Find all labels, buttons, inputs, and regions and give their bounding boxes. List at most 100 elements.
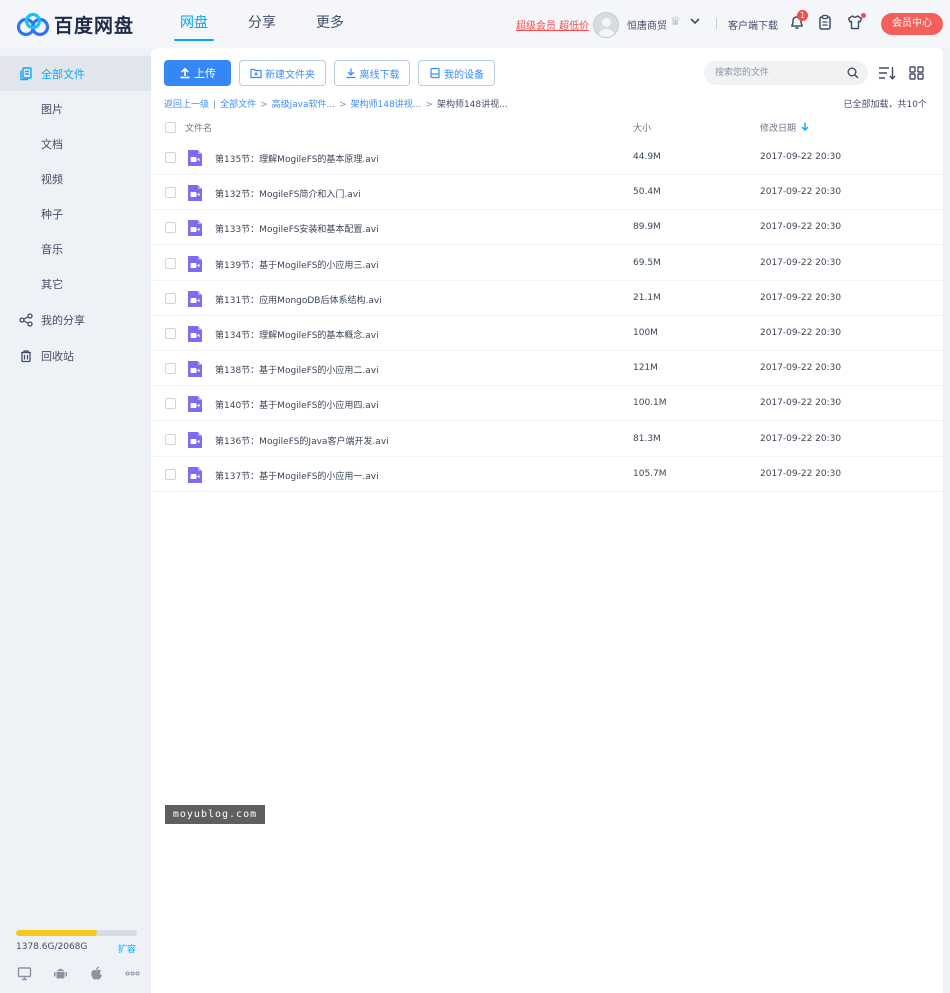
upload-button-label: 上传 xyxy=(194,67,216,80)
table-row[interactable]: 第134节：理解MogileFS的基本概念.avi 100M 2017-09-22 … xyxy=(151,316,943,351)
row-checkbox[interactable] xyxy=(165,187,176,199)
sort-list-icon[interactable] xyxy=(878,65,896,81)
nav-tab-share[interactable]: 分享 xyxy=(228,0,296,48)
table-row[interactable]: 第139节：基于MogileFS的小应用三.avi 69.5M 2017-09-22… xyxy=(151,246,943,281)
file-name[interactable]: 第132节：MogileFS简介和入门.avi xyxy=(215,187,361,200)
sidebar-item-music[interactable]: 音乐 xyxy=(0,231,151,266)
table-row[interactable]: 第138节：基于MogileFS的小应用二.avi 121M 2017-09-22 … xyxy=(151,351,943,387)
row-checkbox[interactable] xyxy=(165,398,176,410)
table-row[interactable]: 第136节：MogileFS的Java客户端开发.avi 81.3M 2017-09… xyxy=(151,422,943,457)
breadcrumb-separator: | xyxy=(213,100,217,110)
column-header-size[interactable]: 大小 xyxy=(633,121,651,134)
search-input[interactable] xyxy=(704,61,868,85)
file-name[interactable]: 第138节：基于MogileFS的小应用二.avi xyxy=(215,363,379,376)
grid-view-icon[interactable] xyxy=(908,65,926,81)
file-date: 2017-09-22 20:30 xyxy=(760,398,842,409)
file-name[interactable]: 第134节：理解MogileFS的基本概念.avi xyxy=(215,328,379,341)
table-row[interactable]: 第132节：MogileFS简介和入门.avi 50.4M 2017-09-22 2… xyxy=(151,175,943,211)
storage-quota-fill xyxy=(16,930,97,936)
file-size: 105.7M xyxy=(633,468,667,479)
table-row[interactable]: 第135节：理解MogileFS的基本原理.avi 44.9M 2017-09-22… xyxy=(151,140,943,175)
search-icon[interactable] xyxy=(847,67,859,79)
header-divider xyxy=(716,18,717,29)
row-checkbox[interactable] xyxy=(165,468,176,480)
video-file-icon xyxy=(188,255,202,272)
file-date: 2017-09-22 20:30 xyxy=(760,152,842,162)
storage-quota-text: 1378.6G/2068G xyxy=(16,942,88,952)
sidebar-item-all-files[interactable]: 全部文件 xyxy=(0,56,151,91)
file-name[interactable]: 第135节：理解MogileFS的基本原理.avi xyxy=(215,152,379,165)
sidebar-item-label: 其它 xyxy=(41,277,63,291)
notification-badge: 1 xyxy=(797,10,808,21)
more-dots-icon[interactable] xyxy=(125,966,140,981)
video-file-icon xyxy=(188,150,202,166)
row-checkbox[interactable] xyxy=(165,222,176,234)
sidebar: 全部文件 图片 文档 视频 种子 音乐 其它 我的分享 回收站 1378.6G/… xyxy=(0,48,151,993)
sidebar-item-label: 我的分享 xyxy=(41,313,85,327)
my-devices-button[interactable]: 我的设备 xyxy=(418,60,495,86)
sidebar-item-label: 图片 xyxy=(41,102,63,116)
top-header: 百度网盘 网盘 分享 更多 超级会员 超低价 恒唐商贸 ♛ 客户端下载 1 会员… xyxy=(0,0,950,48)
file-name[interactable]: 第133节：MogileFS安装和基本配置.avi xyxy=(215,222,379,235)
breadcrumb-segment[interactable]: 全部文件 xyxy=(220,100,256,110)
member-center-button[interactable]: 会员中心 xyxy=(881,13,943,35)
video-file-icon xyxy=(188,326,202,342)
sidebar-item-label: 音乐 xyxy=(41,242,63,256)
row-checkbox[interactable] xyxy=(165,363,176,375)
offline-download-button-label: 离线下载 xyxy=(359,69,400,81)
expand-storage-link[interactable]: 扩容 xyxy=(118,942,136,955)
sidebar-item-recycle-bin[interactable]: 回收站 xyxy=(0,338,151,373)
logo[interactable]: 百度网盘 xyxy=(16,11,134,38)
table-row[interactable]: 第137节：基于MogileFS的小应用一.avi 105.7M 2017-09-2… xyxy=(151,457,943,492)
file-size: 50.4M xyxy=(633,187,661,198)
file-name[interactable]: 第137节：基于MogileFS的小应用一.avi xyxy=(215,469,379,482)
client-download-link[interactable]: 客户端下载 xyxy=(728,17,778,32)
column-header-name[interactable]: 文件名 xyxy=(185,121,212,134)
file-size: 100M xyxy=(633,328,658,338)
sidebar-item-documents[interactable]: 文档 xyxy=(0,126,151,161)
nav-tab-netdisk[interactable]: 网盘 xyxy=(160,0,228,48)
new-folder-button[interactable]: 新建文件夹 xyxy=(239,60,326,86)
video-file-icon xyxy=(188,185,202,202)
file-name[interactable]: 第131节：应用MongoDB后体系结构.avi xyxy=(215,293,382,306)
android-icon[interactable] xyxy=(53,966,68,981)
desktop-icon[interactable] xyxy=(17,966,32,981)
apple-icon[interactable] xyxy=(89,966,104,981)
load-status: 已全部加载，共10个 xyxy=(843,100,927,110)
row-checkbox[interactable] xyxy=(165,292,176,304)
table-row[interactable]: 第140节：基于MogileFS的小应用四.avi 100.1M 2017-09-2… xyxy=(151,386,943,422)
row-checkbox[interactable] xyxy=(165,328,176,339)
clipboard-icon[interactable] xyxy=(817,14,833,30)
file-name[interactable]: 第139节：基于MogileFS的小应用三.avi xyxy=(215,258,379,271)
username[interactable]: 恒唐商贸 xyxy=(627,17,667,32)
sidebar-item-other[interactable]: 其它 xyxy=(0,266,151,301)
file-date: 2017-09-22 20:30 xyxy=(760,222,842,233)
row-checkbox[interactable] xyxy=(165,152,176,163)
sidebar-item-images[interactable]: 图片 xyxy=(0,91,151,126)
breadcrumb-separator: > xyxy=(260,100,268,110)
my-devices-button-label: 我的设备 xyxy=(444,69,484,81)
column-header-date[interactable]: 修改日期 xyxy=(760,121,796,134)
sidebar-item-my-shares[interactable]: 我的分享 xyxy=(0,302,151,337)
select-all-checkbox[interactable] xyxy=(165,122,176,133)
breadcrumb-segment[interactable]: 架构师148讲视... xyxy=(351,100,422,110)
new-folder-icon xyxy=(250,68,262,79)
table-row[interactable]: 第131节：应用MongoDB后体系结构.avi 21.1M 2017-09-22 … xyxy=(151,281,943,316)
vip-promo-link[interactable]: 超级会员 超低价 xyxy=(516,17,589,32)
file-list-panel: 上传 新建文件夹 离线下载 我的设备 返回上一级 xyxy=(151,48,943,993)
breadcrumb-segment[interactable]: 高级java软件... xyxy=(272,100,335,110)
upload-button[interactable]: 上传 xyxy=(164,60,231,86)
row-checkbox[interactable] xyxy=(165,433,176,445)
nav-tab-more[interactable]: 更多 xyxy=(296,0,364,48)
breadcrumb-back[interactable]: 返回上一级 xyxy=(164,100,209,110)
sidebar-item-torrents[interactable]: 种子 xyxy=(0,196,151,231)
file-name[interactable]: 第140节：基于MogileFS的小应用四.avi xyxy=(215,398,379,411)
sidebar-item-videos[interactable]: 视频 xyxy=(0,161,151,196)
row-checkbox[interactable] xyxy=(165,257,176,269)
table-row[interactable]: 第133节：MogileFS安装和基本配置.avi 89.9M 2017-09-22… xyxy=(151,210,943,246)
avatar[interactable] xyxy=(593,12,619,38)
file-name[interactable]: 第136节：MogileFS的Java客户端开发.avi xyxy=(215,434,389,447)
chevron-down-icon[interactable] xyxy=(689,15,701,27)
offline-download-button[interactable]: 离线下载 xyxy=(334,60,410,86)
cloud-logo-icon xyxy=(16,12,50,36)
